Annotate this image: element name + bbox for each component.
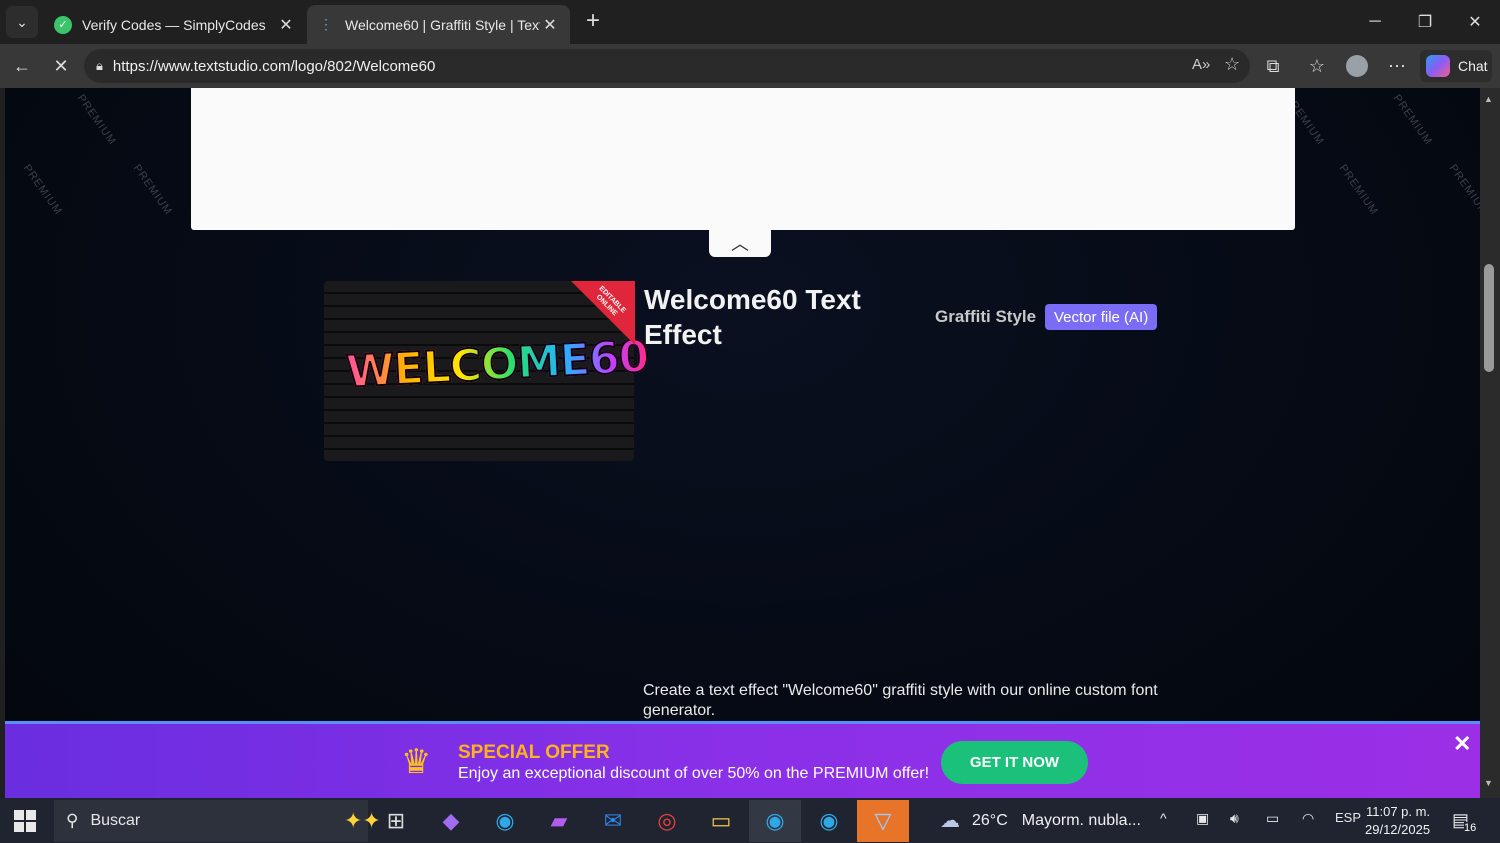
close-icon: ✕: [53, 55, 69, 76]
volume-icon[interactable]: 🔊︎: [1230, 810, 1239, 827]
premium-watermark: PREMIUM: [1336, 162, 1381, 218]
simplycodes-icon: ✓: [54, 15, 72, 34]
language-indicator[interactable]: ESP: [1335, 810, 1361, 825]
read-aloud-icon[interactable]: A»: [1192, 56, 1210, 73]
wifi-icon[interactable]: ◠: [1302, 810, 1314, 827]
tab-verify-codes[interactable]: ✓ Verify Codes — SimplyCodes ✕: [44, 5, 306, 44]
chevron-down-icon: ⌄: [16, 13, 28, 30]
clipchamp-icon[interactable]: ▰: [533, 800, 585, 842]
favorites-icon: ☆: [1308, 55, 1326, 76]
chat-label: Chat: [1458, 58, 1488, 74]
chevron-up-icon[interactable]: ^: [1160, 810, 1167, 826]
search-icon: ⚲: [66, 811, 79, 830]
copilot-app-icon[interactable]: ◆: [425, 800, 477, 842]
vpn-app-icon[interactable]: ▽: [857, 800, 909, 842]
copilot-chat-button[interactable]: Chat: [1420, 50, 1492, 82]
offer-title: SPECIAL OFFER: [458, 742, 610, 763]
chevron-up-icon: ︿: [731, 234, 749, 254]
clock-date: 29/12/2025: [1365, 822, 1431, 837]
effect-description: Create a text effect "Welcome60" graffit…: [643, 682, 1158, 719]
url-text[interactable]: https://www.textstudio.com/logo/802/Welc…: [113, 58, 435, 75]
clock-time: 11:07 p. m.: [1366, 804, 1431, 819]
star-icon[interactable]: ☆: [1224, 54, 1240, 75]
new-tab-button[interactable]: +: [580, 8, 606, 36]
meet-icon[interactable]: ▣: [1196, 810, 1209, 827]
ad-collapse-button[interactable]: ︿: [709, 229, 771, 257]
copilot-icon: [1426, 55, 1450, 77]
tab-actions-button[interactable]: ⌄: [6, 6, 38, 38]
edge-icon[interactable]: ◉: [479, 800, 531, 842]
vector-file-badge[interactable]: Vector file (AI): [1045, 304, 1158, 330]
browser-tabbar: ⌄ ✓ Verify Codes — SimplyCodes ✕ ⋮ Welco…: [0, 0, 1500, 44]
battery-icon[interactable]: ▭: [1266, 810, 1279, 827]
close-tab-icon[interactable]: ✕: [540, 15, 560, 35]
stop-loading-button[interactable]: ✕: [46, 52, 76, 80]
tab-welcome60[interactable]: ⋮ Welcome60 | Graffiti Style | Text Effe…: [307, 5, 570, 44]
notification-count: 16: [1464, 822, 1477, 834]
tab-title: Welcome60 | Graffiti Style | Text Effect: [345, 16, 540, 33]
avatar: [1346, 55, 1368, 77]
weather-temp: 26°C: [972, 811, 1008, 829]
weather-desc: Mayorm. nubla...: [1021, 811, 1141, 829]
profile-button[interactable]: [1342, 52, 1372, 80]
edge-profile-icon[interactable]: ◉: [749, 800, 801, 842]
outlook-icon[interactable]: ✉: [587, 800, 639, 842]
editable-online-ribbon: EDITABLE ONLINE: [571, 281, 635, 345]
premium-watermark: PREMIUM: [74, 92, 119, 148]
puzzle-icon: ⧉: [1266, 55, 1280, 76]
minimize-button[interactable]: ─: [1350, 0, 1400, 44]
premium-watermark: PREMIUM: [130, 162, 175, 218]
ellipsis-icon: ⋯: [1388, 55, 1406, 76]
page-scrollbar[interactable]: ▲ ▼: [1480, 88, 1500, 798]
lock-icon[interactable]: 🔒︎: [96, 58, 103, 74]
crown-icon: ♛: [401, 743, 432, 781]
scroll-up-icon[interactable]: ▲: [1484, 94, 1493, 104]
premium-watermark: PREMIUM: [1446, 162, 1480, 218]
back-button[interactable]: ←: [7, 52, 37, 80]
start-button[interactable]: [14, 810, 36, 832]
task-view-icon[interactable]: ⊞: [370, 800, 422, 842]
page-viewport: PREMIUM PREMIUM PREMIUM PREMIUM PREMIUM …: [5, 88, 1480, 798]
cloud-icon: ☁: [940, 810, 960, 832]
scrollbar-thumb[interactable]: [1484, 264, 1494, 372]
restore-button[interactable]: ❐: [1400, 0, 1450, 44]
premium-watermark: PREMIUM: [20, 162, 65, 218]
close-window-button[interactable]: ✕: [1450, 0, 1500, 44]
taskbar-search[interactable]: ⚲ Buscar ✦✦: [54, 800, 381, 842]
favorites-button[interactable]: ☆: [1302, 52, 1332, 80]
special-offer-banner: ♛ SPECIAL OFFER Enjoy an exceptional dis…: [5, 721, 1480, 798]
chrome-icon[interactable]: ◎: [641, 800, 693, 842]
edge-profile-2-icon[interactable]: ◉: [803, 800, 855, 842]
file-explorer-icon[interactable]: ▭: [695, 800, 747, 842]
browser-toolbar: ← ✕ 🔒︎ https://www.textstudio.com/logo/8…: [0, 44, 1500, 88]
address-bar[interactable]: 🔒︎ https://www.textstudio.com/logo/802/W…: [84, 49, 1250, 83]
premium-watermark: PREMIUM: [1390, 92, 1435, 148]
offer-subtitle: Enjoy an exceptional discount of over 50…: [458, 765, 930, 782]
arrow-left-icon: ←: [13, 55, 31, 76]
loading-icon: ⋮: [319, 16, 333, 32]
category-link[interactable]: Graffiti Style: [935, 307, 1036, 327]
taskbar-clock[interactable]: 11:07 p. m. 29/12/2025: [1365, 803, 1430, 839]
weather-widget[interactable]: ☁ 26°C Mayorm. nubla...: [940, 808, 1141, 833]
ad-banner[interactable]: [191, 88, 1295, 230]
tab-title: Verify Codes — SimplyCodes: [82, 16, 266, 33]
page-title: Welcome60 Text Effect: [644, 284, 861, 350]
scroll-down-icon[interactable]: ▼: [1484, 778, 1493, 788]
ribbon-text: EDITABLE ONLINE: [594, 285, 627, 318]
search-placeholder: Buscar: [90, 812, 141, 829]
close-offer-icon[interactable]: ✕: [1453, 731, 1471, 757]
more-menu-button[interactable]: ⋯: [1382, 52, 1412, 80]
extensions-button[interactable]: ⧉: [1258, 52, 1288, 80]
get-it-now-button[interactable]: GET IT NOW: [941, 741, 1088, 784]
windows-taskbar: ⚲ Buscar ✦✦ ⊞ ◆ ◉ ▰ ✉ ◎ ▭ ◉ ◉ ▽ ☁ 26°C M…: [0, 798, 1500, 843]
close-tab-icon[interactable]: ✕: [276, 15, 296, 35]
